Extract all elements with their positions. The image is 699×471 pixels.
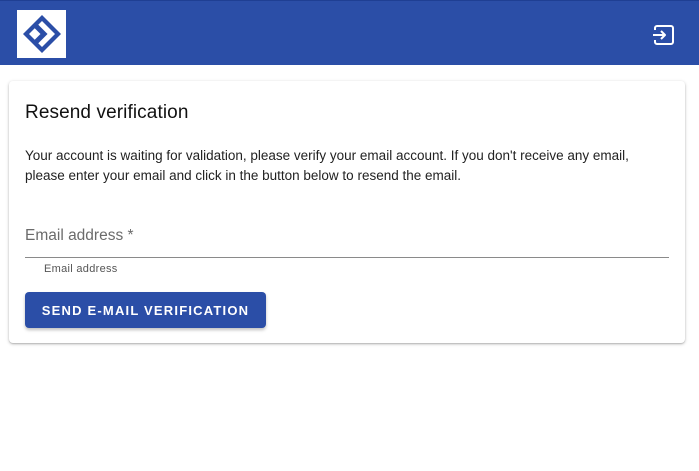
card-description: Your account is waiting for validation, … [25, 148, 629, 183]
email-field [25, 216, 669, 258]
top-app-bar [0, 0, 699, 65]
email-helper-text: Email address [44, 263, 118, 275]
diamond-chevron-logo-icon [22, 15, 61, 53]
logout-icon [653, 25, 674, 45]
email-input[interactable] [25, 216, 669, 256]
app-logo[interactable] [17, 10, 66, 58]
card-title: Resend verification [25, 102, 189, 123]
resend-verification-card: Resend verification Your account is wait… [9, 81, 685, 343]
logout-button[interactable] [648, 19, 680, 51]
send-email-verification-button[interactable]: SEND E-MAIL VERIFICATION [25, 292, 266, 328]
